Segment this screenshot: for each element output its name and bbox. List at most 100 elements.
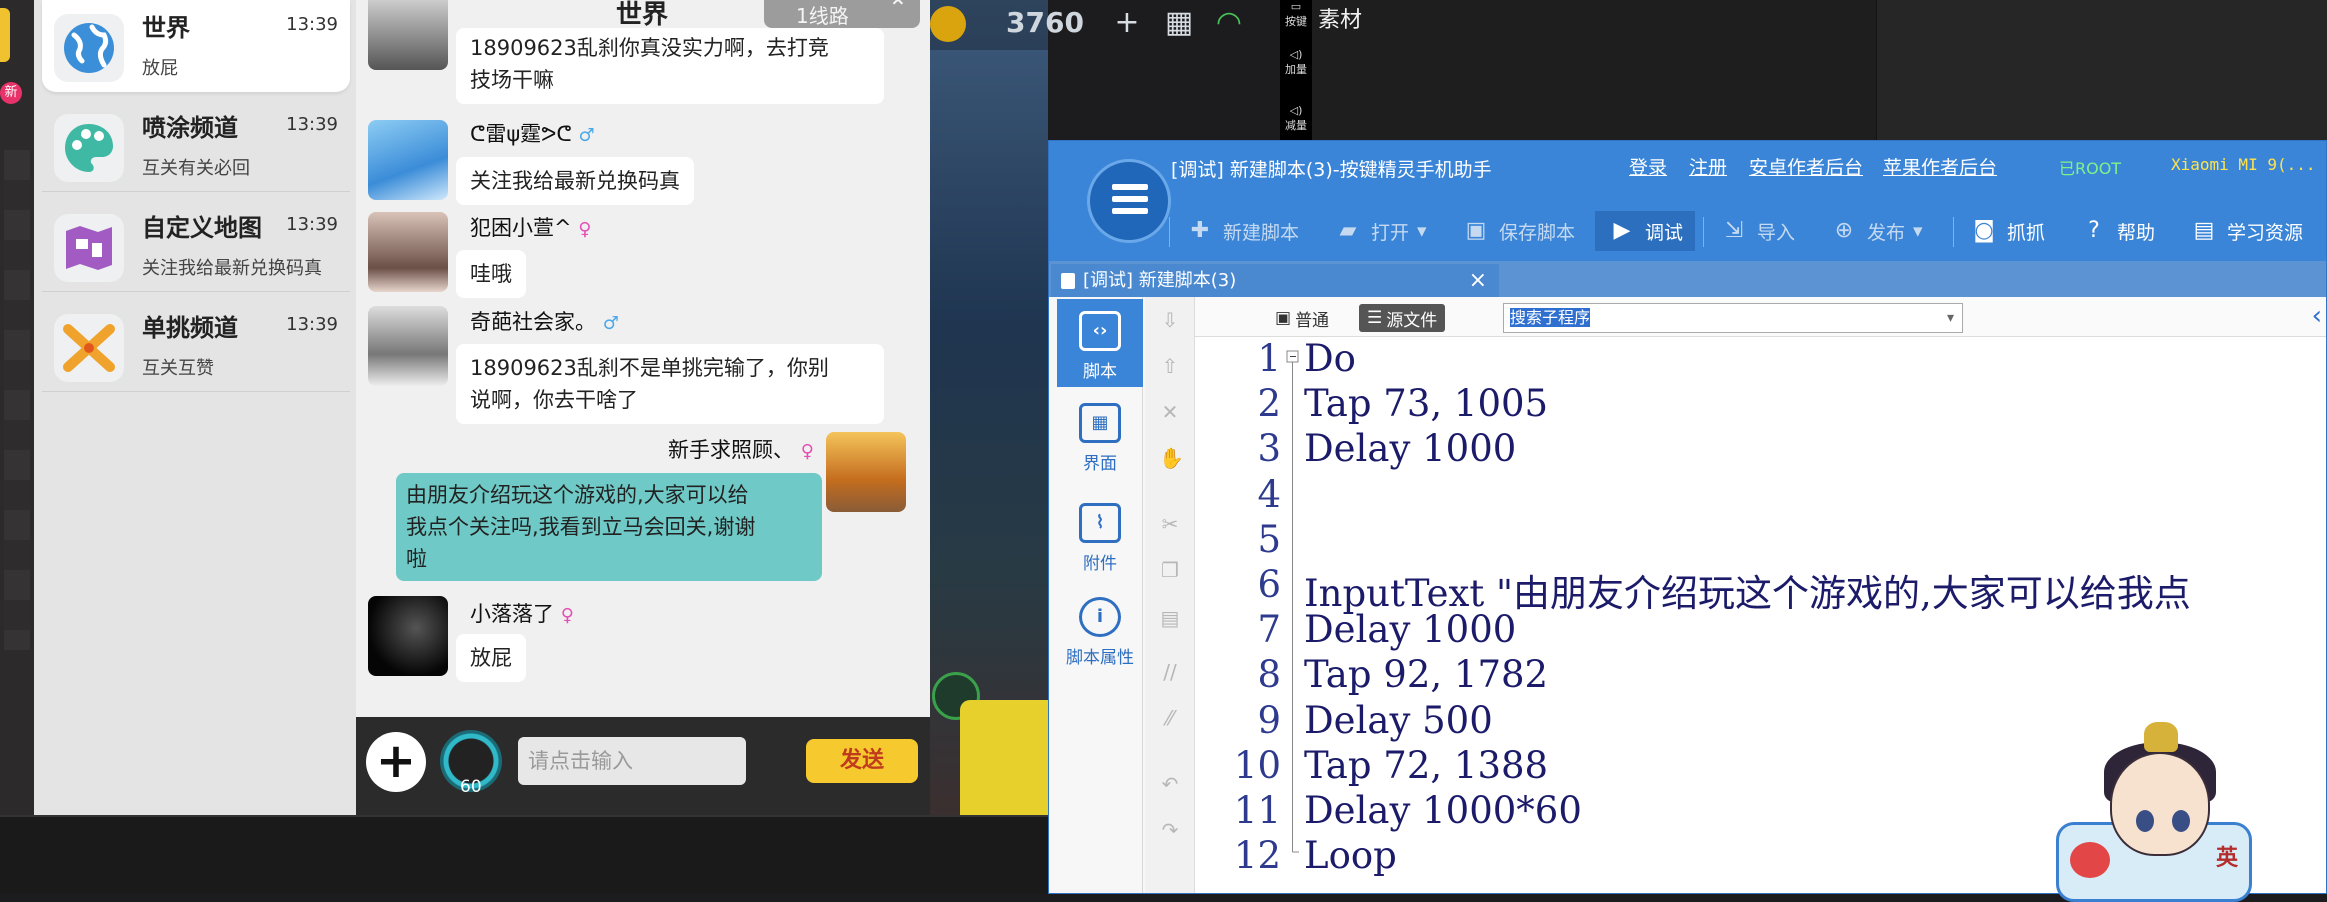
sidebar-item-attachment[interactable]: ⌇ 附件 [1057, 491, 1143, 579]
line-number-gutter: 1 2 3 4 5 6 7 8 9 10 11 12 [1195, 337, 1285, 893]
root-status: 已ROOT [2059, 159, 2122, 178]
avatar[interactable] [368, 596, 448, 676]
channel-last-message: 放屁 [142, 58, 178, 79]
code-line[interactable]: Tap 72, 1388 [1304, 744, 1548, 787]
avatar[interactable] [368, 0, 448, 70]
keys-button[interactable]: ▭ 按键 [1280, 0, 1312, 29]
book-icon: ▤ [2193, 218, 2215, 243]
channel-item-world[interactable]: 世界 13:39 放屁 [42, 0, 350, 92]
sidebar-item-script-properties[interactable]: i 脚本属性 [1057, 585, 1143, 673]
avatar[interactable] [368, 212, 448, 292]
move-up-icon[interactable]: ⇧ [1159, 355, 1181, 377]
chat-input[interactable] [518, 737, 746, 785]
divider [0, 815, 1048, 817]
document-icon [1061, 273, 1075, 289]
cut-icon[interactable]: ✂ [1159, 513, 1181, 535]
mode-normal-button[interactable]: ▣ 普通 [1275, 304, 1329, 332]
folder-icon: ▰ [1339, 218, 1357, 243]
send-button[interactable]: 发送 [806, 739, 918, 783]
female-icon: ♀ [800, 441, 814, 462]
info-icon: i [1079, 597, 1121, 637]
hand-icon[interactable]: ✋ [1159, 447, 1184, 469]
new-badge: 新 [0, 82, 22, 104]
android-author-link[interactable]: 安卓作者后台 [1749, 153, 1863, 180]
import-button[interactable]: ⇲ 导入 [1719, 211, 1795, 251]
code-line[interactable]: Delay 1000*60 [1304, 789, 1582, 832]
channel-time: 13:39 [286, 14, 338, 35]
swords-icon [54, 314, 124, 382]
ios-author-link[interactable]: 苹果作者后台 [1883, 153, 1997, 180]
subroutine-search-select[interactable]: 搜索子程序 ▾ [1503, 303, 1963, 333]
undo-icon[interactable]: ↶ [1159, 773, 1181, 795]
side-tab-handle[interactable] [0, 8, 10, 62]
line-number: 6 [1257, 563, 1281, 606]
channel-time: 13:39 [286, 114, 338, 135]
redo-icon[interactable]: ↷ [1159, 819, 1181, 841]
document-tabbar: [调试] 新建脚本(3) × [1049, 261, 2326, 297]
line-number: 10 [1233, 743, 1281, 787]
comment-icon[interactable]: // [1159, 661, 1181, 683]
channel-item-graffiti[interactable]: 喷涂频道 13:39 互关有关必回 [42, 100, 350, 192]
learning-resources-button[interactable]: ▤ 学习资源 [2189, 211, 2303, 251]
game-side-toolbar: ▭ 按键 ◁) 加量 ◁) 减量 [1280, 0, 1312, 140]
new-script-button[interactable]: ✚ 新建脚本 [1185, 211, 1299, 251]
delete-icon[interactable]: ✕ [1159, 401, 1181, 423]
mode-source-button[interactable]: ☰ 源文件 [1359, 304, 1446, 332]
voice-count: 60 [460, 777, 482, 797]
message-text: 放屁 [470, 646, 512, 670]
channel-name: 单挑频道 [142, 314, 238, 342]
line-number: 8 [1257, 653, 1281, 697]
move-down-icon[interactable]: ⇩ [1159, 309, 1181, 331]
save-script-button[interactable]: ▣ 保存脚本 [1461, 211, 1575, 251]
avatar[interactable] [826, 432, 906, 512]
chat-bubble: 18909623乱刹你真没实力啊，去打竞 技场干嘛 [456, 28, 884, 104]
game-top-hud: 3760 + ▦ ◠ [1000, 0, 1280, 50]
help-button[interactable]: ? 帮助 [2079, 211, 2155, 251]
channel-item-custom-map[interactable]: 自定义地图 13:39 关注我给最新兑换码真 [42, 200, 350, 292]
code-line[interactable]: Tap 92, 1782 [1304, 653, 1548, 696]
register-link[interactable]: 注册 [1689, 153, 1727, 180]
channel-name: 自定义地图 [142, 214, 262, 242]
avatar[interactable] [368, 306, 448, 386]
uncomment-icon[interactable]: ⁄⁄ [1159, 707, 1181, 729]
fold-guide [1286, 350, 1299, 853]
document-tab[interactable]: [调试] 新建脚本(3) × [1051, 264, 1499, 297]
code-line[interactable]: Delay 1000 [1304, 608, 1516, 651]
background-art [4, 150, 30, 650]
code-line[interactable]: Do [1304, 337, 1356, 380]
bottom-bar [0, 815, 1048, 894]
add-icon[interactable]: + [1110, 6, 1144, 40]
volume-up-button[interactable]: ◁) 加量 [1280, 48, 1312, 77]
line-number: 1 [1257, 337, 1281, 380]
paste-icon[interactable]: ▤ [1159, 607, 1181, 629]
code-line[interactable]: Delay 500 [1304, 699, 1493, 742]
copy-icon[interactable]: ❐ [1159, 559, 1181, 581]
desktop-panel [1876, 0, 2327, 140]
volume-down-button[interactable]: ◁) 减量 [1280, 104, 1312, 133]
line-selector[interactable]: 1线路 ⌃ [764, 0, 920, 28]
close-icon[interactable]: × [1469, 264, 1487, 297]
publish-button[interactable]: ⊕ 发布 ▾ [1829, 211, 1923, 251]
code-line[interactable]: Tap 73, 1005 [1304, 382, 1548, 425]
message-line: 我点个关注吗,我看到立马会回关,谢谢 [406, 515, 756, 539]
grid-menu-icon[interactable]: ▦ [1162, 6, 1196, 40]
code-line[interactable]: Delay 1000 [1304, 427, 1516, 470]
message-line: 技场干嘛 [470, 68, 554, 92]
add-attachment-button[interactable]: + [366, 732, 426, 792]
publish-icon: ⊕ [1834, 218, 1854, 243]
app-logo[interactable] [1087, 159, 1171, 243]
code-line[interactable]: Loop [1304, 834, 1397, 877]
channel-item-duel[interactable]: 单挑频道 13:39 互关互赞 [42, 300, 350, 392]
open-button[interactable]: ▰ 打开 ▾ [1333, 211, 1427, 251]
debug-button[interactable]: ▶ 调试 [1595, 211, 1696, 251]
sidebar-item-layout[interactable]: ▦ 界面 [1057, 391, 1143, 479]
wifi-icon: ◠ [1215, 5, 1243, 40]
message-line: 啦 [406, 547, 427, 571]
avatar[interactable] [368, 120, 448, 200]
sidebar-item-script[interactable]: ‹› 脚本 [1057, 299, 1143, 387]
capture-button[interactable]: ◙ 抓抓 [1969, 211, 2045, 251]
device-name[interactable]: Xiaomi MI 9(... [2171, 155, 2316, 174]
chevron-left-icon[interactable]: ‹ [2312, 301, 2322, 331]
line-number: 5 [1257, 517, 1281, 561]
login-link[interactable]: 登录 [1629, 153, 1667, 180]
